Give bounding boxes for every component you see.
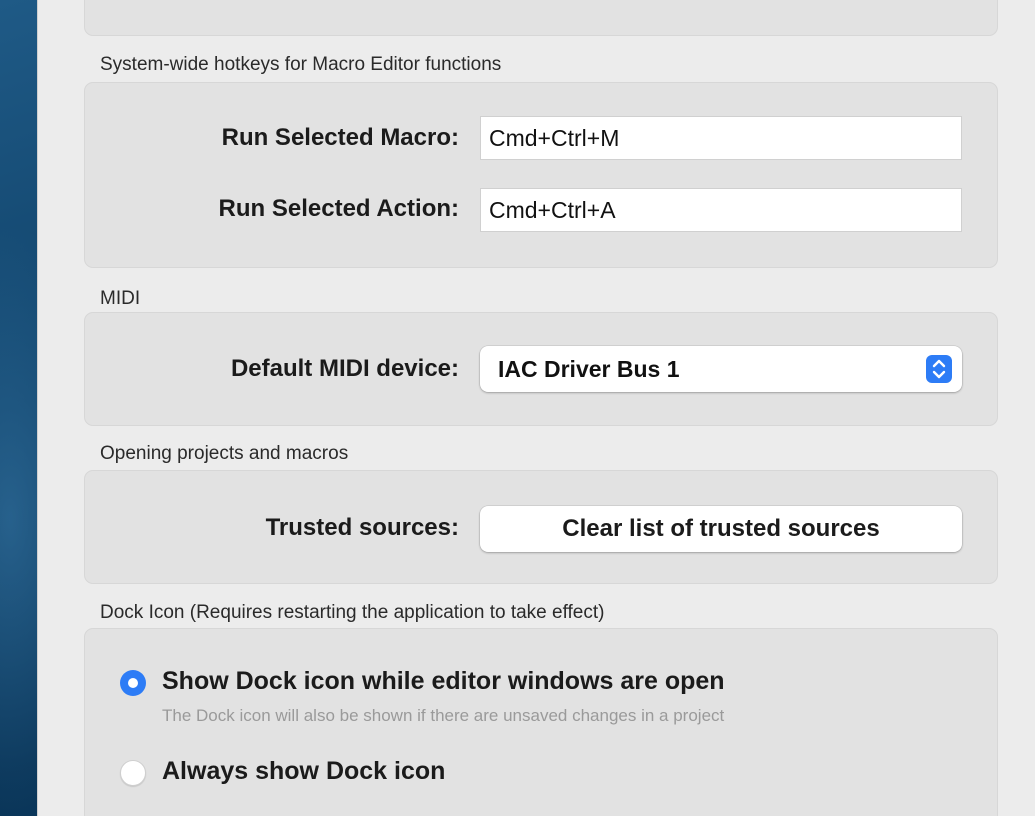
default-midi-device-value: IAC Driver Bus 1 <box>498 356 680 382</box>
hotkeys-group-box <box>84 82 998 268</box>
run-selected-action-label: Run Selected Action: <box>218 195 459 222</box>
always-show-dock-icon-radio[interactable] <box>120 760 146 786</box>
hotkeys-section-title: System-wide hotkeys for Macro Editor fun… <box>100 54 502 75</box>
always-show-dock-icon-label[interactable]: Always show Dock icon <box>162 757 445 786</box>
show-dock-icon-while-editing-radio[interactable] <box>120 670 146 696</box>
trusted-sources-label: Trusted sources: <box>265 514 459 541</box>
run-selected-action-hotkey-field[interactable]: Cmd+Ctrl+A <box>480 188 962 232</box>
opening-projects-section-title: Opening projects and macros <box>100 443 349 464</box>
default-midi-device-popup[interactable]: IAC Driver Bus 1 <box>480 346 962 392</box>
run-selected-macro-label: Run Selected Macro: <box>221 124 459 151</box>
midi-section-title: MIDI <box>100 288 141 309</box>
show-dock-icon-while-editing-label[interactable]: Show Dock icon while editor windows are … <box>162 667 725 696</box>
dock-icon-section-title: Dock Icon (Requires restarting the appli… <box>100 602 605 623</box>
run-selected-macro-hotkey-field[interactable]: Cmd+Ctrl+M <box>480 116 962 160</box>
clear-trusted-sources-button[interactable]: Clear list of trusted sources <box>480 506 962 552</box>
previous-group-box <box>84 0 998 36</box>
default-midi-device-label: Default MIDI device: <box>230 355 459 382</box>
show-dock-icon-hint: The Dock icon will also be shown if ther… <box>162 706 725 725</box>
up-down-arrows-icon <box>926 355 952 383</box>
